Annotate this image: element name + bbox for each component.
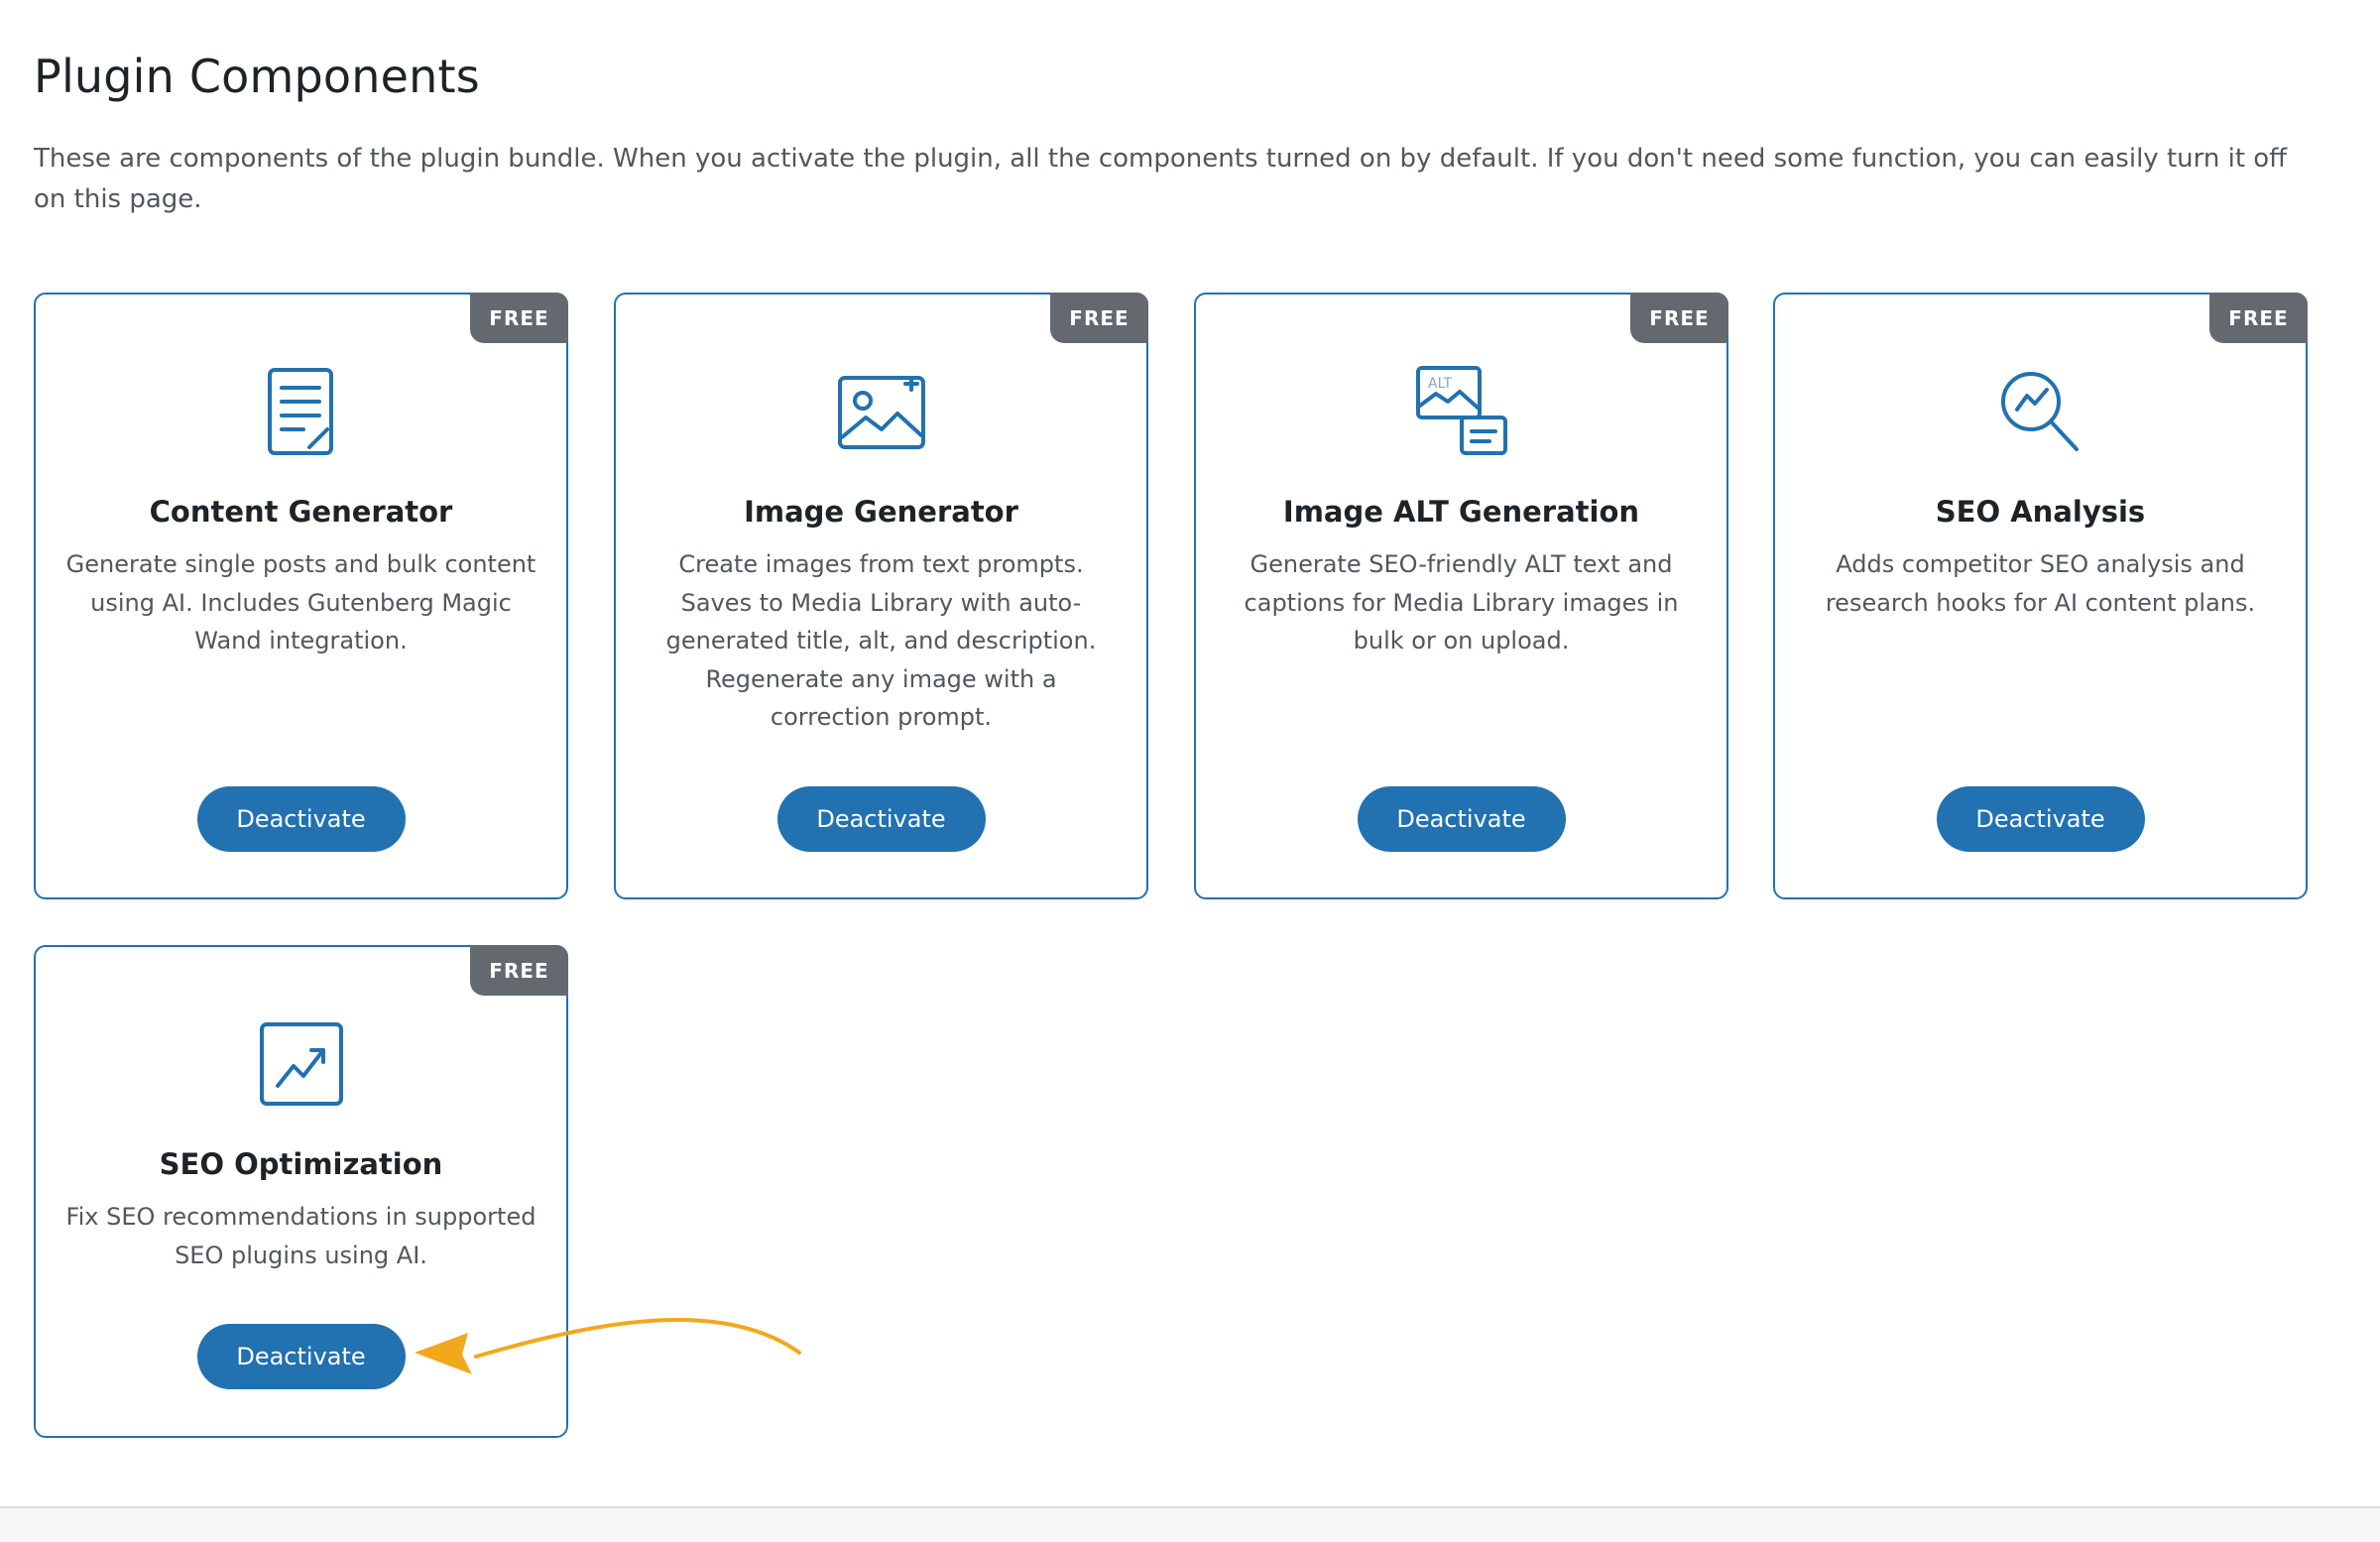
component-card-seo-analysis: FREE SEO Analysis Adds competitor SEO an… <box>1773 293 2308 899</box>
component-description: Adds competitor SEO analysis and researc… <box>1825 550 2256 617</box>
component-description: Fix SEO recommendations in supported SEO… <box>65 1203 536 1269</box>
deactivate-button[interactable]: Deactivate <box>1357 786 1566 852</box>
page-description: These are components of the plugin bundl… <box>34 144 2288 214</box>
component-title: SEO Optimization <box>159 1147 443 1181</box>
annotation-arrow-icon <box>415 1317 801 1374</box>
image-sparkle-icon <box>834 364 929 459</box>
component-description: Generate single posts and bulk content u… <box>65 550 536 654</box>
free-badge: FREE <box>1050 293 1148 343</box>
component-title: Image Generator <box>744 495 1018 529</box>
deactivate-button[interactable]: Deactivate <box>196 786 406 852</box>
component-title: SEO Analysis <box>1935 495 2146 529</box>
deactivate-button[interactable]: Deactivate <box>776 786 986 852</box>
svg-text:ALT: ALT <box>1428 376 1452 392</box>
magnifier-chart-icon <box>1993 364 2088 459</box>
free-badge: FREE <box>470 945 568 996</box>
page-title: Plugin Components <box>34 50 480 103</box>
free-badge: FREE <box>470 293 568 343</box>
free-badge: FREE <box>1630 293 1728 343</box>
document-edit-icon <box>254 364 349 459</box>
component-card-image-alt-generation: FREE ALT Image ALT Generation Generate S… <box>1194 293 1728 899</box>
deactivate-button[interactable]: Deactivate <box>196 1324 406 1389</box>
deactivate-button[interactable]: Deactivate <box>1936 786 2145 852</box>
free-badge: FREE <box>2209 293 2308 343</box>
component-title: Content Generator <box>149 495 453 529</box>
component-description: Generate SEO-friendly ALT text and capti… <box>1244 550 1679 654</box>
image-alt-text-icon: ALT <box>1414 364 1509 459</box>
component-description: Create images from text prompts. Saves t… <box>665 550 1097 731</box>
footer-bar <box>0 1508 2380 1542</box>
component-card-image-generator: FREE Image Generator Create images from … <box>614 293 1148 899</box>
component-title: Image ALT Generation <box>1282 495 1640 529</box>
component-card-content-generator: FREE Content Generator Generate single p… <box>34 293 568 899</box>
trend-chart-icon <box>254 1016 349 1112</box>
